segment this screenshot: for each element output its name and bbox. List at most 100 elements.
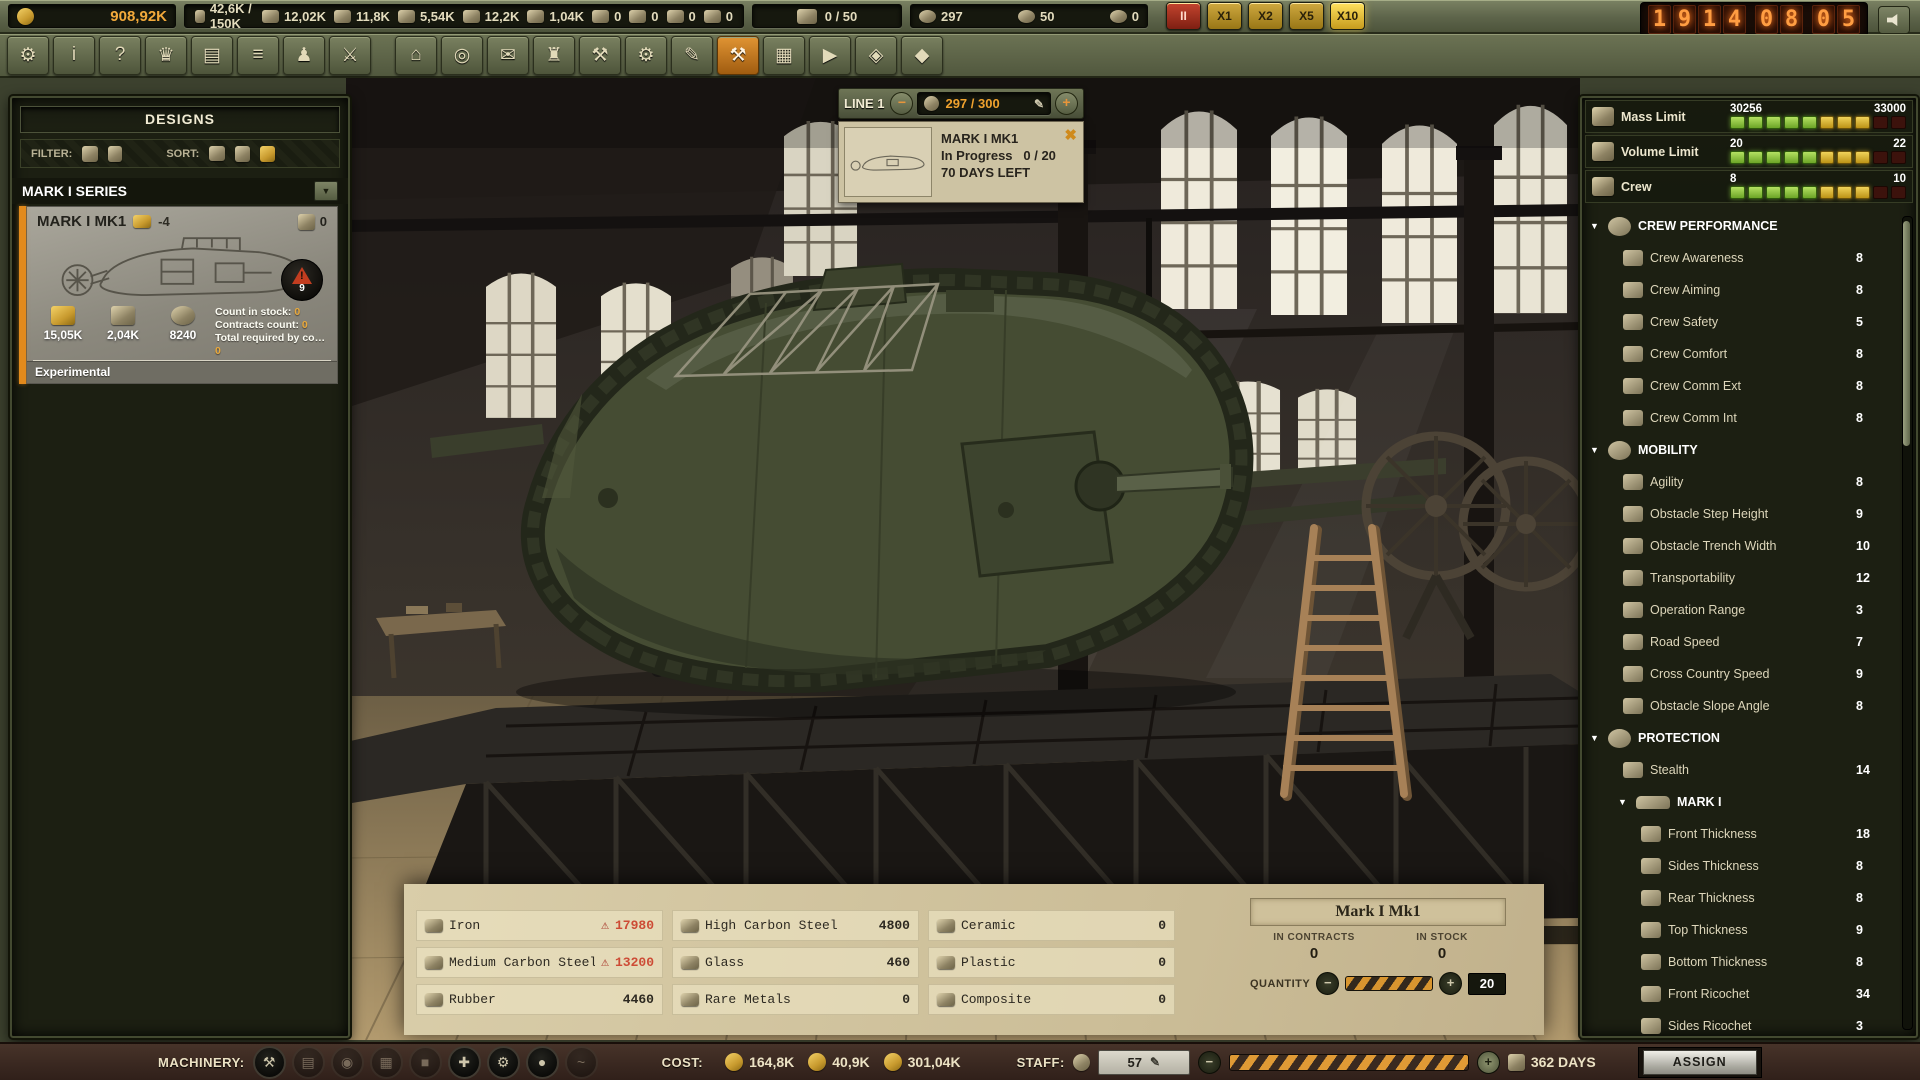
date-digit: 8 [1780, 5, 1803, 34]
help-button[interactable]: ? [99, 36, 141, 75]
designs-panel: DESIGNS FILTER: SORT: MARK I SERIES ▼ MA… [10, 96, 350, 1038]
line-production-card[interactable]: MARK I MK1 In Progress 0 / 20 70 DAYS LE… [838, 121, 1084, 203]
machine-spring-button[interactable]: ~ [565, 1046, 598, 1079]
battles-button[interactable]: ⚔ [329, 36, 371, 75]
line-workers-plus-button[interactable]: + [1055, 92, 1078, 115]
workshop-button[interactable]: ⚒ [579, 36, 621, 75]
edit-workers-icon[interactable]: ✎ [1034, 97, 1044, 111]
espionage-button[interactable]: ♟ [283, 36, 325, 75]
limit-current: 20 [1730, 139, 1743, 150]
machine-drill-button[interactable]: ✚ [448, 1046, 481, 1079]
stat-row: Rear Thickness 8 [1582, 882, 1916, 914]
world-map-button[interactable]: ◎ [441, 36, 483, 75]
led-segment [1766, 186, 1781, 199]
stat-row: ▼ MOBILITY [1582, 434, 1916, 466]
agility-icon [1623, 474, 1643, 490]
filter-designer-icon[interactable] [108, 146, 122, 162]
quantity-minus-button[interactable]: − [1316, 972, 1339, 995]
machine-cutter-button[interactable]: ◉ [331, 1046, 364, 1079]
design-materials: 2,04K [107, 328, 139, 342]
news-button[interactable]: ▤ [191, 36, 233, 75]
speaker-icon [1887, 14, 1902, 27]
speed-x2-button[interactable]: X2 [1248, 2, 1283, 30]
collapse-arrow-icon[interactable]: ▼ [1590, 221, 1601, 231]
collapse-arrow-icon[interactable]: ▼ [1618, 797, 1629, 807]
tank-modules-button[interactable]: ◆ [901, 36, 943, 75]
speed-x1-button[interactable]: X1 [1207, 2, 1242, 30]
production-hammer-icon [298, 214, 315, 230]
warning-badge[interactable]: ! 9 [281, 259, 323, 301]
sides-thickness-icon [1641, 858, 1661, 874]
machine-press-button[interactable]: ⚒ [253, 1046, 286, 1079]
quantity-plus-button[interactable]: + [1439, 972, 1462, 995]
series-collapse-button[interactable]: ▼ [314, 181, 338, 201]
machine-grinder-button[interactable]: ● [526, 1046, 559, 1079]
cross-country-speed-icon [1623, 666, 1643, 682]
led-segment [1891, 151, 1906, 164]
logistics-button[interactable]: ✉ [487, 36, 529, 75]
iron-resource: 42,6K / 150K [195, 1, 254, 31]
stats-scrollbar-thumb[interactable] [1903, 221, 1910, 446]
series-header[interactable]: MARK I SERIES ▼ [12, 178, 348, 204]
tank-design-button[interactable]: ▶ [809, 36, 851, 75]
speed-x10-button[interactable]: X10 [1330, 2, 1365, 30]
material-row: Composite ⚠ 0 [928, 984, 1175, 1015]
design-card-mark-i-mk1[interactable]: MARK I MK1 -4 0 ! 9 15 [26, 206, 338, 384]
material-icon [937, 919, 955, 932]
assign-button[interactable]: ASSIGN [1643, 1050, 1757, 1075]
sort-label: SORT: [166, 148, 199, 160]
experimental-tag: Experimental [27, 361, 337, 383]
machine-lathe-button[interactable]: ■ [409, 1046, 442, 1079]
sides-ricochet-icon [1641, 1018, 1661, 1034]
staff-allocation-slider[interactable] [1229, 1054, 1469, 1071]
collapse-arrow-icon[interactable]: ▼ [1590, 445, 1601, 455]
line-workers-minus-button[interactable]: − [890, 92, 913, 115]
line-cancel-icon[interactable]: ✖ [1064, 126, 1077, 144]
limit-max: 22 [1893, 139, 1906, 150]
machine-stamp-button[interactable]: ⚙ [487, 1046, 520, 1079]
limit-current: 30256 [1730, 104, 1762, 115]
pause-button[interactable]: II [1166, 2, 1201, 30]
sort-alpha-icon[interactable] [235, 146, 250, 162]
quantity-slider[interactable] [1345, 976, 1433, 991]
announcements-button[interactable] [1878, 6, 1910, 34]
settings-button[interactable]: ⚙ [7, 36, 49, 75]
machine-mill-button[interactable]: ▦ [370, 1046, 403, 1079]
achievements-button[interactable]: ♛ [145, 36, 187, 75]
resource-icon [527, 10, 544, 23]
staff-minus-button[interactable]: − [1198, 1051, 1221, 1074]
staff-plus-button[interactable]: + [1477, 1051, 1500, 1074]
factory-button[interactable]: ⌂ [395, 36, 437, 75]
sort-cost-icon[interactable] [260, 146, 275, 162]
research-button[interactable]: ♜ [533, 36, 575, 75]
maintenance-button[interactable]: ⚙ [625, 36, 667, 75]
material-row: Rubber ⚠ 4460 [416, 984, 663, 1015]
info-button[interactable]: i [53, 36, 95, 75]
mobility-icon [1608, 441, 1631, 460]
sort-weight-icon[interactable] [209, 146, 225, 161]
material-row: High Carbon Steel ⚠ 4800 [672, 910, 919, 941]
stat-row: Transportability 12 [1582, 562, 1916, 594]
bottom-thickness-icon [1641, 954, 1661, 970]
staff-count-input[interactable]: 57 ✎ [1098, 1050, 1190, 1075]
reports-button[interactable]: ≡ [237, 36, 279, 75]
material-row: Plastic ⚠ 0 [928, 947, 1175, 978]
transportability-icon [1623, 570, 1643, 586]
led-segment [1766, 116, 1781, 129]
filter-type-icon[interactable] [82, 146, 98, 162]
stat-row: Sides Thickness 8 [1582, 850, 1916, 882]
limit-current: 8 [1730, 174, 1736, 185]
filter-label: FILTER: [31, 148, 72, 160]
production-button[interactable]: ⚒ [717, 36, 759, 75]
led-segment [1748, 186, 1763, 199]
components-button[interactable]: ▦ [763, 36, 805, 75]
machine-roller-button[interactable]: ▤ [292, 1046, 325, 1079]
mass-limit-icon [1592, 107, 1614, 126]
stats-scrollbar[interactable] [1902, 216, 1913, 1030]
collapse-arrow-icon[interactable]: ▼ [1590, 733, 1601, 743]
design-bureau-button[interactable]: ✎ [671, 36, 713, 75]
tank-trials-button[interactable]: ◈ [855, 36, 897, 75]
shortage-warning-icon: ⚠ [601, 918, 609, 933]
speed-x5-button[interactable]: X5 [1289, 2, 1324, 30]
stat-row: Crew Awareness 8 [1582, 242, 1916, 274]
